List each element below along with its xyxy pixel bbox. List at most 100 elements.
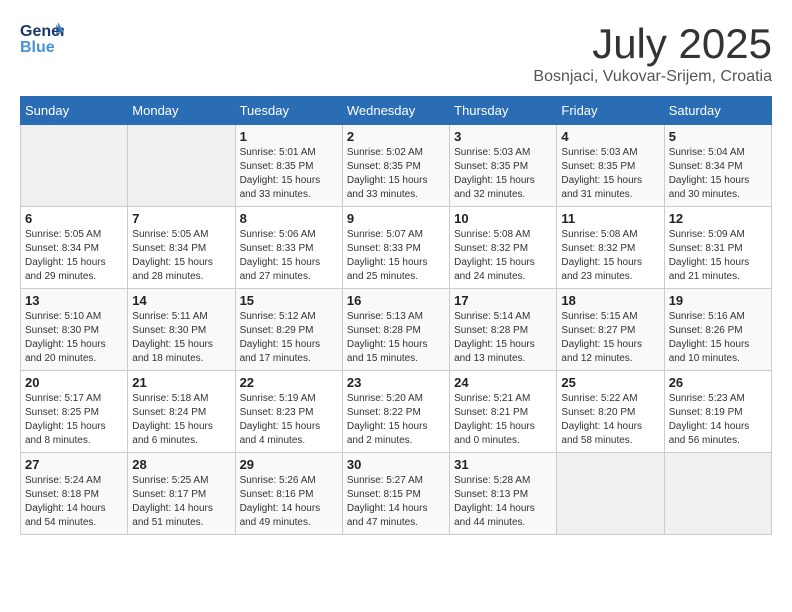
calendar-header: SundayMondayTuesdayWednesdayThursdayFrid… [21, 97, 772, 125]
day-number: 15 [240, 293, 338, 308]
day-info: Sunrise: 5:23 AM Sunset: 8:19 PM Dayligh… [669, 392, 767, 448]
day-number: 23 [347, 375, 445, 390]
calendar-cell [557, 453, 664, 535]
month-title: July 2025 [533, 20, 772, 68]
day-info: Sunrise: 5:18 AM Sunset: 8:24 PM Dayligh… [132, 392, 230, 448]
calendar-cell: 29 Sunrise: 5:26 AM Sunset: 8:16 PM Dayli… [235, 453, 342, 535]
calendar-cell: 1 Sunrise: 5:01 AM Sunset: 8:35 PM Daylig… [235, 125, 342, 207]
day-number: 21 [132, 375, 230, 390]
day-number: 17 [454, 293, 552, 308]
day-number: 1 [240, 129, 338, 144]
day-info: Sunrise: 5:03 AM Sunset: 8:35 PM Dayligh… [561, 146, 659, 202]
calendar-cell: 10 Sunrise: 5:08 AM Sunset: 8:32 PM Dayli… [450, 207, 557, 289]
calendar-cell: 19 Sunrise: 5:16 AM Sunset: 8:26 PM Dayli… [664, 289, 771, 371]
day-info: Sunrise: 5:20 AM Sunset: 8:22 PM Dayligh… [347, 392, 445, 448]
calendar-cell: 18 Sunrise: 5:15 AM Sunset: 8:27 PM Dayli… [557, 289, 664, 371]
day-info: Sunrise: 5:08 AM Sunset: 8:32 PM Dayligh… [454, 228, 552, 284]
day-info: Sunrise: 5:05 AM Sunset: 8:34 PM Dayligh… [25, 228, 123, 284]
day-number: 14 [132, 293, 230, 308]
calendar-week: 20Sunrise: 5:17 AM Sunset: 8:25 PM Dayli… [21, 371, 772, 453]
day-info: Sunrise: 5:03 AM Sunset: 8:35 PM Dayligh… [454, 146, 552, 202]
calendar-cell: 24Sunrise: 5:21 AM Sunset: 8:21 PM Dayli… [450, 371, 557, 453]
calendar-cell: 7 Sunrise: 5:05 AM Sunset: 8:34 PM Daylig… [128, 207, 235, 289]
location: Bosnjaci, Vukovar-Srijem, Croatia [533, 68, 772, 86]
day-number: 25 [561, 375, 659, 390]
calendar-cell: 8 Sunrise: 5:06 AM Sunset: 8:33 PM Daylig… [235, 207, 342, 289]
day-number: 24 [454, 375, 552, 390]
day-number: 26 [669, 375, 767, 390]
calendar-cell: 21 Sunrise: 5:18 AM Sunset: 8:24 PM Dayli… [128, 371, 235, 453]
calendar-cell: 22 Sunrise: 5:19 AM Sunset: 8:23 PM Dayli… [235, 371, 342, 453]
day-info: Sunrise: 5:15 AM Sunset: 8:27 PM Dayligh… [561, 310, 659, 366]
day-number: 6 [25, 211, 123, 226]
day-info: Sunrise: 5:02 AM Sunset: 8:35 PM Dayligh… [347, 146, 445, 202]
calendar-cell: 16 Sunrise: 5:13 AM Sunset: 8:28 PM Dayli… [342, 289, 449, 371]
calendar-week: 27 Sunrise: 5:24 AM Sunset: 8:18 PM Dayli… [21, 453, 772, 535]
logo: General Blue [20, 20, 66, 56]
calendar-cell: 2 Sunrise: 5:02 AM Sunset: 8:35 PM Daylig… [342, 125, 449, 207]
day-info: Sunrise: 5:19 AM Sunset: 8:23 PM Dayligh… [240, 392, 338, 448]
day-number: 11 [561, 211, 659, 226]
calendar-cell: 27 Sunrise: 5:24 AM Sunset: 8:18 PM Dayli… [21, 453, 128, 535]
day-number: 12 [669, 211, 767, 226]
calendar-week: 6 Sunrise: 5:05 AM Sunset: 8:34 PM Daylig… [21, 207, 772, 289]
day-info: Sunrise: 5:13 AM Sunset: 8:28 PM Dayligh… [347, 310, 445, 366]
calendar-cell: 5Sunrise: 5:04 AM Sunset: 8:34 PM Daylig… [664, 125, 771, 207]
day-info: Sunrise: 5:25 AM Sunset: 8:17 PM Dayligh… [132, 474, 230, 530]
day-info: Sunrise: 5:27 AM Sunset: 8:15 PM Dayligh… [347, 474, 445, 530]
calendar-cell: 6 Sunrise: 5:05 AM Sunset: 8:34 PM Daylig… [21, 207, 128, 289]
calendar-table: SundayMondayTuesdayWednesdayThursdayFrid… [20, 96, 772, 535]
day-number: 8 [240, 211, 338, 226]
calendar-cell: 26 Sunrise: 5:23 AM Sunset: 8:19 PM Dayli… [664, 371, 771, 453]
calendar-cell: 28Sunrise: 5:25 AM Sunset: 8:17 PM Dayli… [128, 453, 235, 535]
page-header: General Blue July 2025 Bosnjaci, Vukovar… [20, 20, 772, 86]
day-number: 27 [25, 457, 123, 472]
weekday-header: Friday [557, 97, 664, 125]
day-number: 3 [454, 129, 552, 144]
weekday-header: Thursday [450, 97, 557, 125]
weekday-header: Sunday [21, 97, 128, 125]
day-info: Sunrise: 5:01 AM Sunset: 8:35 PM Dayligh… [240, 146, 338, 202]
day-info: Sunrise: 5:06 AM Sunset: 8:33 PM Dayligh… [240, 228, 338, 284]
weekday-header: Wednesday [342, 97, 449, 125]
day-number: 4 [561, 129, 659, 144]
day-number: 7 [132, 211, 230, 226]
day-number: 19 [669, 293, 767, 308]
calendar-cell [664, 453, 771, 535]
day-number: 16 [347, 293, 445, 308]
calendar-cell: 17 Sunrise: 5:14 AM Sunset: 8:28 PM Dayli… [450, 289, 557, 371]
day-number: 2 [347, 129, 445, 144]
title-section: July 2025 Bosnjaci, Vukovar-Srijem, Croa… [533, 20, 772, 86]
day-number: 29 [240, 457, 338, 472]
day-number: 13 [25, 293, 123, 308]
calendar-cell: 3 Sunrise: 5:03 AM Sunset: 8:35 PM Daylig… [450, 125, 557, 207]
weekday-header: Saturday [664, 97, 771, 125]
day-number: 10 [454, 211, 552, 226]
day-info: Sunrise: 5:14 AM Sunset: 8:28 PM Dayligh… [454, 310, 552, 366]
day-number: 9 [347, 211, 445, 226]
day-number: 30 [347, 457, 445, 472]
day-info: Sunrise: 5:10 AM Sunset: 8:30 PM Dayligh… [25, 310, 123, 366]
calendar-week: 13 Sunrise: 5:10 AM Sunset: 8:30 PM Dayli… [21, 289, 772, 371]
calendar-cell: 12 Sunrise: 5:09 AM Sunset: 8:31 PM Dayli… [664, 207, 771, 289]
calendar-cell: 31 Sunrise: 5:28 AM Sunset: 8:13 PM Dayli… [450, 453, 557, 535]
day-number: 22 [240, 375, 338, 390]
day-info: Sunrise: 5:24 AM Sunset: 8:18 PM Dayligh… [25, 474, 123, 530]
day-info: Sunrise: 5:12 AM Sunset: 8:29 PM Dayligh… [240, 310, 338, 366]
weekday-header: Tuesday [235, 97, 342, 125]
day-info: Sunrise: 5:09 AM Sunset: 8:31 PM Dayligh… [669, 228, 767, 284]
calendar-cell: 13 Sunrise: 5:10 AM Sunset: 8:30 PM Dayli… [21, 289, 128, 371]
day-info: Sunrise: 5:22 AM Sunset: 8:20 PM Dayligh… [561, 392, 659, 448]
logo-icon: General Blue [20, 20, 64, 56]
day-info: Sunrise: 5:26 AM Sunset: 8:16 PM Dayligh… [240, 474, 338, 530]
day-info: Sunrise: 5:16 AM Sunset: 8:26 PM Dayligh… [669, 310, 767, 366]
day-number: 18 [561, 293, 659, 308]
day-info: Sunrise: 5:08 AM Sunset: 8:32 PM Dayligh… [561, 228, 659, 284]
day-info: Sunrise: 5:28 AM Sunset: 8:13 PM Dayligh… [454, 474, 552, 530]
day-info: Sunrise: 5:05 AM Sunset: 8:34 PM Dayligh… [132, 228, 230, 284]
day-number: 31 [454, 457, 552, 472]
day-info: Sunrise: 5:07 AM Sunset: 8:33 PM Dayligh… [347, 228, 445, 284]
day-info: Sunrise: 5:17 AM Sunset: 8:25 PM Dayligh… [25, 392, 123, 448]
calendar-cell: 25 Sunrise: 5:22 AM Sunset: 8:20 PM Dayli… [557, 371, 664, 453]
calendar-cell: 9 Sunrise: 5:07 AM Sunset: 8:33 PM Daylig… [342, 207, 449, 289]
